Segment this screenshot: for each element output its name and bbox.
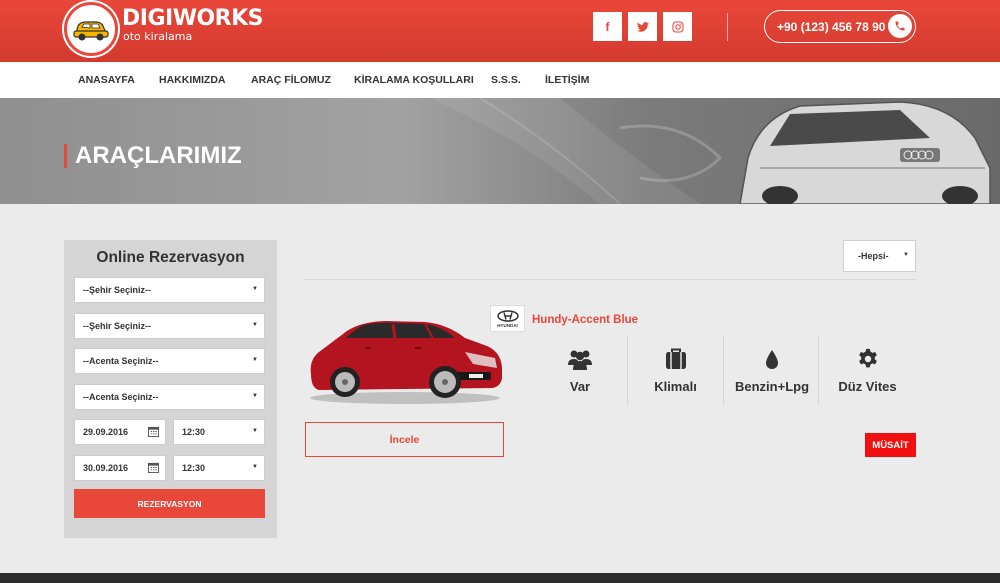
return-time-value: 12:30 [182,463,206,473]
car-image[interactable] [305,312,505,407]
feature-label: Benzin+Lpg [734,379,810,394]
return-city-select[interactable]: --Şehir Seçiniz-- ▼ [74,313,265,339]
feature-transmission: Düz Vites [835,348,900,394]
brand-subtitle: oto kiralama [123,30,193,43]
return-time-select[interactable]: 12:30 ▼ [173,455,265,481]
nav-item-sss[interactable]: S.S.S. [491,62,521,98]
reservation-title: Online Rezervasyon [96,249,245,266]
feature-passengers: Var [560,348,600,394]
logo-icon[interactable] [64,2,118,56]
category-filter-select[interactable]: -Hepsi- ▼ [843,240,916,272]
brand-name: DIGIWORKS [122,6,264,31]
feature-fuel: Benzin+Lpg [732,348,812,394]
brand[interactable]: DIGIWORKS oto kiralama [122,6,264,43]
feature-divider [627,336,628,404]
nav-item-arac-filomuz[interactable]: ARAÇ FİLOMUZ [251,62,331,98]
chevron-down-icon: ▼ [252,286,258,292]
twitter-icon[interactable] [628,12,657,41]
reservation-submit-button[interactable]: REZERVASYON [74,489,265,518]
chevron-down-icon: ▼ [252,357,258,363]
page-title: ARAÇLARIMIZ [64,144,242,168]
pickup-agency-value: --Acenta Seçiniz-- [83,356,159,366]
chevron-down-icon: ▼ [903,252,909,258]
feature-divider [818,336,819,404]
filter-value: -Hepsi- [858,251,889,261]
pickup-agency-select[interactable]: --Acenta Seçiniz-- ▼ [74,348,265,374]
pickup-time-select[interactable]: 12:30 ▼ [173,419,265,445]
footer [0,573,1000,583]
return-agency-value: --Acenta Seçiniz-- [83,392,159,402]
pickup-date-input[interactable]: 29.09.2016 [74,419,166,445]
nav-item-hakkimizda[interactable]: HAKKIMIZDA [159,62,226,98]
fuel-drop-icon [766,350,778,369]
return-date-input[interactable]: 30.09.2016 [74,455,166,481]
phone-button[interactable]: +90 (123) 456 78 90 [764,10,916,43]
luggage-icon [665,348,686,369]
calendar-icon[interactable] [148,426,159,439]
phone-number: +90 (123) 456 78 90 [777,19,886,34]
pickup-date-value: 29.09.2016 [83,427,129,437]
pickup-city-select[interactable]: --Şehir Seçiniz-- ▼ [74,277,265,303]
top-header: DIGIWORKS oto kiralama f +90 (123) 456 7… [0,0,1000,62]
return-date-value: 30.09.2016 [83,463,129,473]
pickup-time-value: 12:30 [182,427,206,437]
users-icon [568,350,592,370]
instagram-icon[interactable] [663,12,692,41]
return-city-value: --Şehir Seçiniz-- [83,321,152,331]
hyundai-logo-icon [496,309,519,322]
chevron-down-icon: ▼ [252,428,258,434]
main-nav: ANASAYFA HAKKIMIZDA ARAÇ FİLOMUZ KİRALAM… [0,62,1000,98]
chevron-down-icon: ▼ [252,322,258,328]
availability-badge: MÜSAİT [865,433,916,457]
car-brand-logo: HYUNDAI [490,305,525,332]
nav-item-iletisim[interactable]: İLETİŞİM [545,62,589,98]
divider [305,279,916,280]
feature-label: Klimalı [654,379,697,394]
page-banner: ARAÇLARIMIZ [0,98,1000,204]
car-name[interactable]: Hundy-Accent Blue [532,314,638,326]
phone-icon [888,14,912,38]
nav-item-anasayfa[interactable]: ANASAYFA [78,62,135,98]
chevron-down-icon: ▼ [252,464,258,470]
feature-label: Var [569,379,591,394]
feature-label: Düz Vites [838,379,897,394]
return-agency-select[interactable]: --Acenta Seçiniz-- ▼ [74,384,265,410]
facebook-icon[interactable]: f [593,12,622,41]
chevron-down-icon: ▼ [252,393,258,399]
details-button[interactable]: İncele [305,422,504,457]
car-brand-text: HYUNDAI [497,322,518,328]
feature-ac: Klimalı [648,348,703,394]
feature-divider [723,336,724,404]
header-divider [727,13,728,41]
gear-icon [858,348,877,368]
nav-item-kiralama-kosullari[interactable]: KİRALAMA KOŞULLARI [354,62,474,98]
pickup-city-value: --Şehir Seçiniz-- [83,285,152,295]
calendar-icon[interactable] [148,462,159,475]
reservation-panel: Online Rezervasyon --Şehir Seçiniz-- ▼ -… [64,240,277,538]
